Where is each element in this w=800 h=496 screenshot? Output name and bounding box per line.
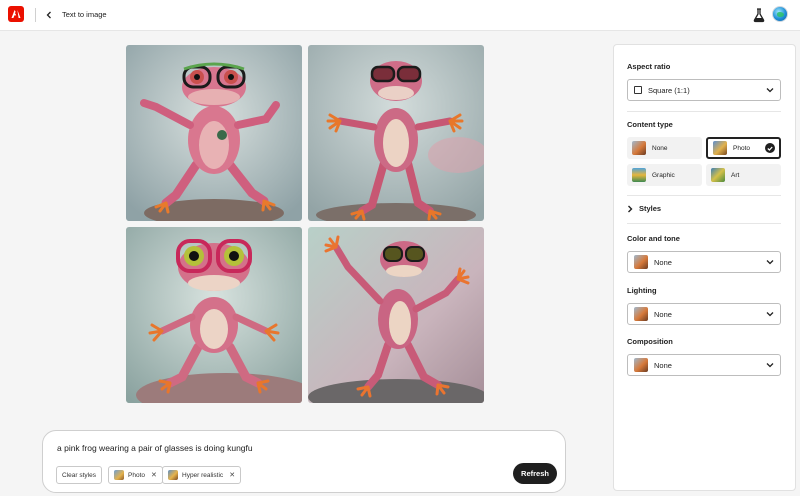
generated-image-3[interactable]: [126, 227, 302, 403]
adobe-logo-icon[interactable]: [8, 6, 24, 22]
styles-expander[interactable]: Styles: [627, 204, 661, 213]
aspect-ratio-value: Square (1:1): [648, 85, 690, 95]
graphic-thumbnail-icon: [632, 168, 646, 182]
divider: [627, 195, 781, 196]
header-divider: [35, 8, 36, 22]
square-icon: [634, 86, 642, 94]
photo-style-chip[interactable]: Photo ✕: [108, 466, 163, 484]
aspect-ratio-dropdown[interactable]: Square (1:1): [627, 79, 781, 101]
lighting-dropdown[interactable]: None: [627, 303, 781, 325]
content-type-art[interactable]: Art: [706, 164, 781, 186]
photo-thumbnail-icon: [114, 470, 124, 480]
prompt-input[interactable]: a pink frog wearing a pair of glasses is…: [57, 443, 253, 453]
chevron-down-icon: [766, 363, 774, 368]
generated-image-2[interactable]: [308, 45, 484, 221]
chevron-right-icon: [628, 205, 633, 212]
content-type-none-label: None: [652, 144, 668, 152]
styles-label: Styles: [639, 204, 662, 213]
remove-hyper-realistic-chip-icon[interactable]: ✕: [229, 471, 235, 479]
lighting-value: None: [654, 309, 672, 319]
chevron-down-icon: [766, 312, 774, 317]
content-type-art-label: Art: [731, 171, 740, 179]
divider: [627, 223, 781, 224]
none-thumbnail-icon: [632, 141, 646, 155]
photo-chip-label: Photo: [128, 471, 145, 479]
content-type-heading: Content type: [627, 120, 673, 129]
lighting-thumbnail-icon: [634, 307, 648, 321]
chevron-down-icon: [766, 260, 774, 265]
composition-thumbnail-icon: [634, 358, 648, 372]
content-type-photo[interactable]: Photo: [706, 137, 781, 159]
photo-thumbnail-icon: [713, 141, 727, 155]
avatar[interactable]: [772, 6, 788, 22]
composition-value: None: [654, 360, 672, 370]
flask-icon[interactable]: [752, 7, 766, 23]
clear-styles-label: Clear styles: [62, 471, 96, 479]
chevron-down-icon: [766, 88, 774, 93]
lighting-heading: Lighting: [627, 286, 657, 295]
composition-dropdown[interactable]: None: [627, 354, 781, 376]
remove-photo-chip-icon[interactable]: ✕: [151, 471, 157, 479]
divider: [627, 111, 781, 112]
prompt-box[interactable]: a pink frog wearing a pair of glasses is…: [42, 430, 566, 493]
color-and-tone-heading: Color and tone: [627, 234, 680, 243]
aspect-ratio-heading: Aspect ratio: [627, 62, 671, 71]
content-type-photo-label: Photo: [733, 144, 750, 152]
color-and-tone-thumbnail-icon: [634, 255, 648, 269]
composition-heading: Composition: [627, 337, 673, 346]
clear-styles-button[interactable]: Clear styles: [56, 466, 102, 484]
refresh-button[interactable]: Refresh: [513, 463, 557, 484]
generated-image-1[interactable]: [126, 45, 302, 221]
content-type-graphic-label: Graphic: [652, 171, 675, 179]
color-and-tone-dropdown[interactable]: None: [627, 251, 781, 273]
color-and-tone-value: None: [654, 257, 672, 267]
hyper-realistic-chip-label: Hyper realistic: [182, 471, 224, 479]
art-thumbnail-icon: [711, 168, 725, 182]
page-title: Text to image: [62, 10, 107, 19]
hyper-realistic-thumbnail-icon: [168, 470, 178, 480]
content-type-graphic[interactable]: Graphic: [627, 164, 702, 186]
content-type-none[interactable]: None: [627, 137, 702, 159]
generated-image-4[interactable]: [308, 227, 484, 403]
chevron-left-icon[interactable]: [44, 8, 54, 22]
checkmark-icon: [765, 143, 775, 153]
hyper-realistic-style-chip[interactable]: Hyper realistic ✕: [162, 466, 242, 484]
settings-panel: Aspect ratio Square (1:1) Content type N…: [613, 44, 796, 491]
app-header: Text to image: [0, 0, 800, 31]
